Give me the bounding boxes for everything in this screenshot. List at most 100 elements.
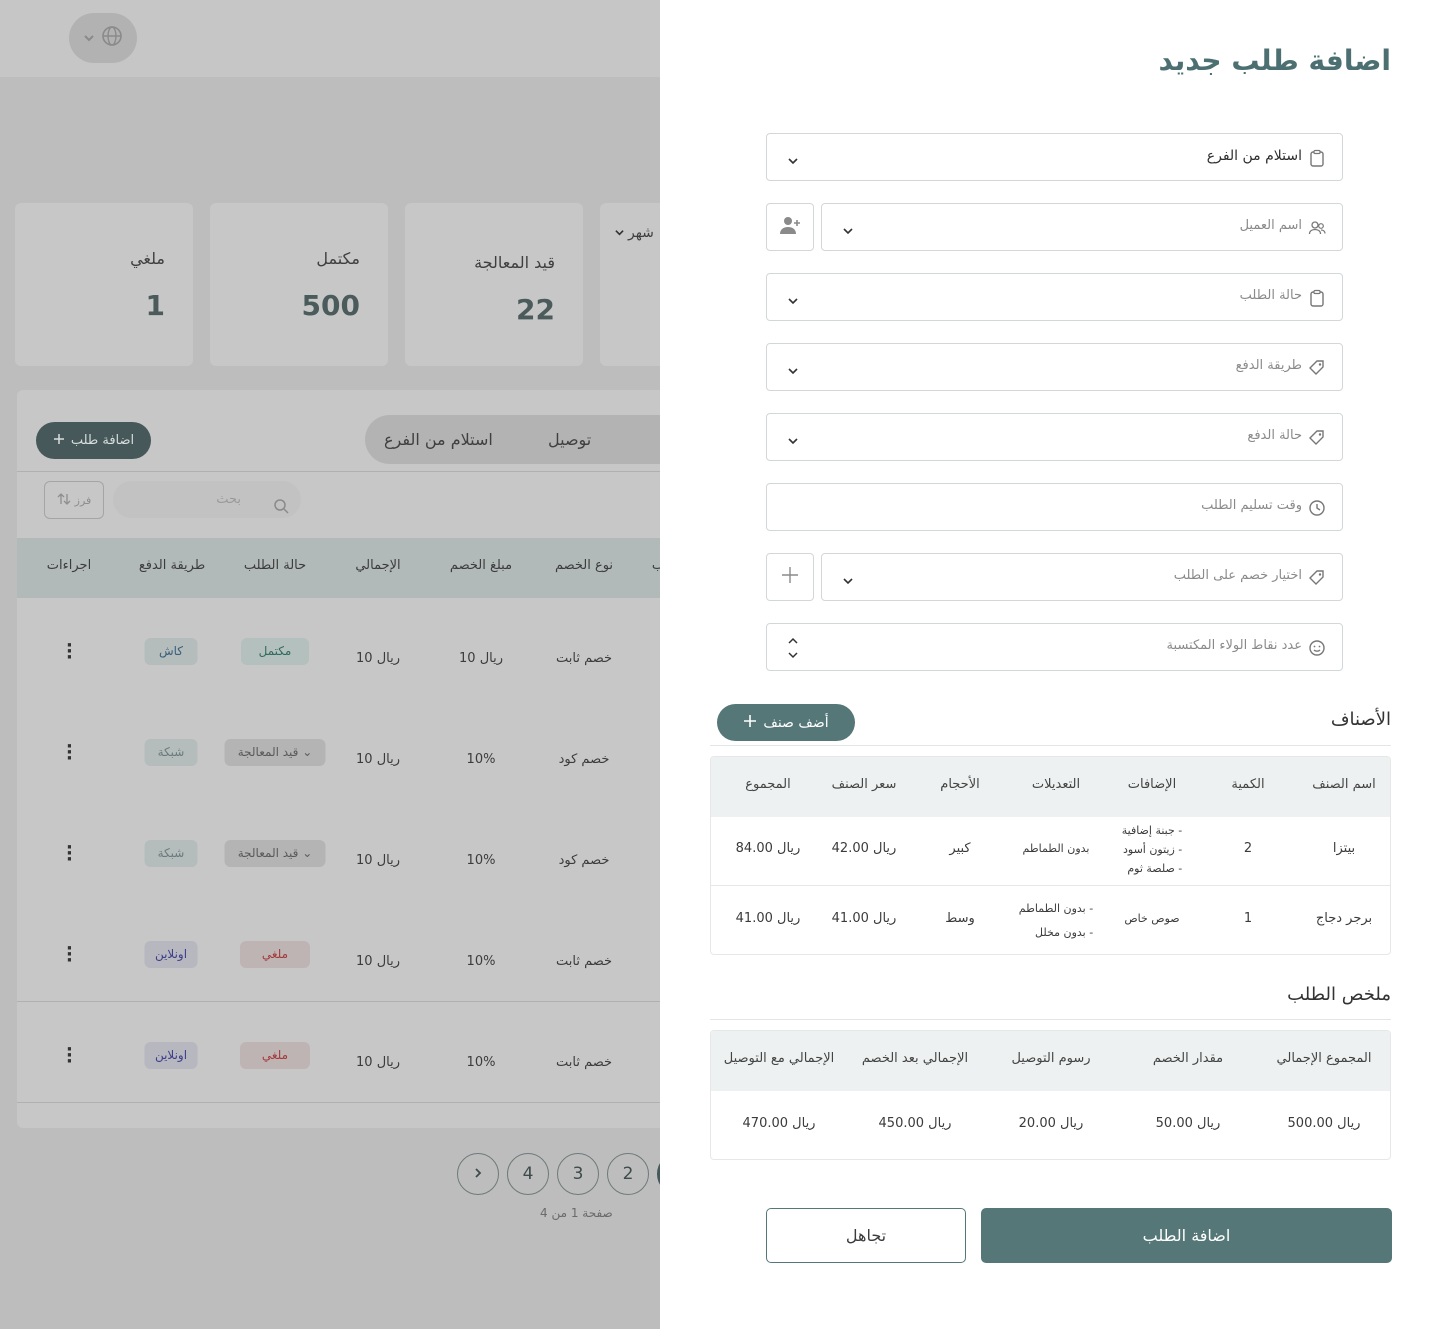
discount-cell: 10% bbox=[466, 752, 496, 767]
payment-method-select[interactable]: طريقة الدفع bbox=[766, 343, 1343, 391]
stat-value: 1 bbox=[145, 289, 165, 322]
add-customer-button[interactable] bbox=[766, 203, 814, 251]
loyalty-points-input[interactable]: عدد نقاط الولاء المكتسبة bbox=[766, 623, 1343, 671]
table-row[interactable]: · · · اونلاين ملغي 10 ريال 10% خصم ثابت bbox=[17, 910, 677, 1011]
page-button[interactable]: 2 bbox=[607, 1153, 649, 1195]
delivery-fee-value: 20.00 ريال bbox=[1018, 1116, 1084, 1131]
payment-status-select[interactable]: حالة الدفع bbox=[766, 413, 1343, 461]
plus-icon bbox=[743, 714, 757, 732]
next-page-button[interactable] bbox=[457, 1153, 499, 1195]
more-actions-icon[interactable]: · · · bbox=[66, 738, 73, 768]
page-info: صفحة 1 من 4 bbox=[540, 1206, 613, 1220]
col-modifications: التعديلات bbox=[1031, 777, 1081, 792]
table-row[interactable]: · · · اونلاين ملغي 10 ريال 10% خصم ثابت bbox=[17, 1011, 677, 1112]
clock-icon bbox=[1308, 499, 1326, 517]
discount-type-cell: خصم ثابت bbox=[555, 1055, 613, 1070]
stat-card-processing: قيد المعالجة 22 bbox=[405, 203, 583, 366]
number-stepper-icon[interactable] bbox=[787, 636, 799, 664]
submit-order-button[interactable]: اضافة الطلب bbox=[981, 1208, 1392, 1263]
chevron-down-icon bbox=[83, 29, 95, 48]
payment-method-placeholder: طريقة الدفع bbox=[1235, 358, 1302, 373]
period-dropdown[interactable]: شهر bbox=[615, 225, 654, 241]
item-addons: صوص خاص bbox=[1124, 912, 1180, 925]
period-label: شهر bbox=[628, 225, 654, 241]
page-button[interactable]: 4 bbox=[507, 1153, 549, 1195]
drawer-title: اضافة طلب جديد bbox=[1158, 44, 1391, 77]
col-quantity: الكمية bbox=[1231, 777, 1265, 792]
col-grand-total: المجموع الإجمالي bbox=[1276, 1051, 1372, 1066]
stat-value: 22 bbox=[516, 293, 555, 326]
search-input[interactable]: بحث bbox=[113, 481, 301, 518]
col-item-price: سعر الصنف bbox=[831, 777, 897, 792]
status-dropdown[interactable]: قيد المعالجة ⌄ bbox=[224, 739, 326, 766]
col-discount-amount: مقدار الخصم bbox=[1152, 1051, 1224, 1066]
tab-delivery[interactable]: توصيل bbox=[548, 430, 591, 449]
item-price: 42.00 ريال bbox=[831, 841, 897, 856]
delivery-time-input[interactable]: وقت تسليم الطلب bbox=[766, 483, 1343, 531]
tab-pickup[interactable]: استلام من الفرع bbox=[384, 430, 493, 449]
loyalty-points-placeholder: عدد نقاط الولاء المكتسبة bbox=[1166, 638, 1302, 653]
chevron-down-icon bbox=[842, 222, 854, 235]
col-item-total: المجموع bbox=[745, 777, 791, 792]
items-section-title: الأصناف bbox=[1330, 709, 1391, 730]
addon-line: - جبنة إضافية bbox=[1121, 824, 1183, 837]
col-sizes: الأحجام bbox=[940, 777, 980, 792]
items-table: اسم الصنف الكمية الإضافات التعديلات الأح… bbox=[710, 756, 1391, 955]
order-type-value: استلام من الفرع bbox=[1206, 148, 1302, 164]
clipboard-icon bbox=[1308, 289, 1326, 307]
status-badge: مكتمل bbox=[241, 638, 309, 665]
item-name: بيتزا bbox=[1332, 841, 1356, 856]
status-label: قيد المعالجة bbox=[237, 745, 299, 759]
page-button[interactable]: 3 bbox=[557, 1153, 599, 1195]
more-actions-icon[interactable]: · · · bbox=[66, 1041, 73, 1071]
total-with-delivery-value: 470.00 ريال bbox=[742, 1116, 816, 1131]
summary-table-header: المجموع الإجمالي مقدار الخصم رسوم التوصي… bbox=[711, 1031, 1390, 1091]
more-actions-icon[interactable]: · · · bbox=[66, 940, 73, 970]
total-cell: 10 ريال bbox=[356, 1055, 400, 1070]
language-switcher[interactable] bbox=[69, 13, 137, 63]
stat-title: ملغي bbox=[130, 249, 165, 268]
more-actions-icon[interactable]: · · · bbox=[66, 637, 73, 667]
discount-type-cell: خصم كود bbox=[558, 752, 610, 767]
add-discount-button[interactable] bbox=[766, 553, 814, 601]
item-price: 41.00 ريال bbox=[831, 911, 897, 926]
add-item-button[interactable]: أضف صنف bbox=[717, 704, 855, 741]
plus-icon bbox=[53, 433, 65, 449]
summary-section-title: ملخص الطلب bbox=[1287, 984, 1391, 1005]
col-total-with-delivery: الإجمالي مع التوصيل bbox=[723, 1051, 835, 1066]
table-row[interactable]: · · · شبكة قيد المعالجة ⌄ 10 ريال 10% خصم … bbox=[17, 708, 677, 809]
order-type-select[interactable]: استلام من الفرع bbox=[766, 133, 1343, 181]
customer-name-select[interactable]: اسم العميل bbox=[821, 203, 1343, 251]
add-item-label: أضف صنف bbox=[763, 714, 829, 731]
more-actions-icon[interactable]: · · · bbox=[66, 839, 73, 869]
tag-icon bbox=[1308, 569, 1326, 587]
order-type-tabs: توصيل استلام من الفرع bbox=[365, 415, 685, 464]
payment-badge: اونلاين bbox=[144, 1042, 198, 1069]
discount-placeholder: اختيار خصم على الطلب bbox=[1173, 568, 1302, 583]
discount-select[interactable]: اختيار خصم على الطلب bbox=[821, 553, 1343, 601]
orders-table-header: اجراءات طريقة الدفع حالة الطلب الإجمالي … bbox=[17, 538, 677, 598]
addon-line: - زيتون أسود bbox=[1122, 843, 1183, 856]
add-order-button[interactable]: اضافة طلب bbox=[36, 422, 151, 459]
discount-cell: 10% bbox=[466, 954, 496, 969]
chevron-down-icon bbox=[787, 432, 799, 445]
cancel-button[interactable]: تجاهل bbox=[766, 1208, 966, 1263]
stat-title: قيد المعالجة bbox=[474, 253, 555, 272]
stat-value: 500 bbox=[301, 289, 360, 322]
total-after-discount-value: 450.00 ريال bbox=[878, 1116, 952, 1131]
grand-total-value: 500.00 ريال bbox=[1287, 1116, 1361, 1131]
item-size: وسط bbox=[945, 911, 975, 926]
add-order-label: اضافة طلب bbox=[70, 433, 135, 448]
chevron-down-icon bbox=[842, 572, 854, 585]
order-status-select[interactable]: حالة الطلب bbox=[766, 273, 1343, 321]
discount-value: 50.00 ريال bbox=[1155, 1116, 1221, 1131]
payment-badge: شبكة bbox=[144, 840, 198, 867]
item-total: 84.00 ريال bbox=[735, 841, 801, 856]
table-row[interactable]: · · · كاش مكتمل 10 ريال 10 ريال خصم ثابت bbox=[17, 607, 677, 708]
table-row[interactable]: · · · شبكة قيد المعالجة ⌄ 10 ريال 10% خصم … bbox=[17, 809, 677, 910]
sort-button[interactable]: فرز bbox=[44, 481, 104, 519]
status-dropdown[interactable]: قيد المعالجة ⌄ bbox=[224, 840, 326, 867]
smile-icon bbox=[1308, 639, 1326, 657]
mod-line: - بدون مخلل bbox=[1035, 926, 1094, 939]
item-addons: - جبنة إضافية - زيتون أسود - صلصة ثوم bbox=[1122, 821, 1183, 878]
